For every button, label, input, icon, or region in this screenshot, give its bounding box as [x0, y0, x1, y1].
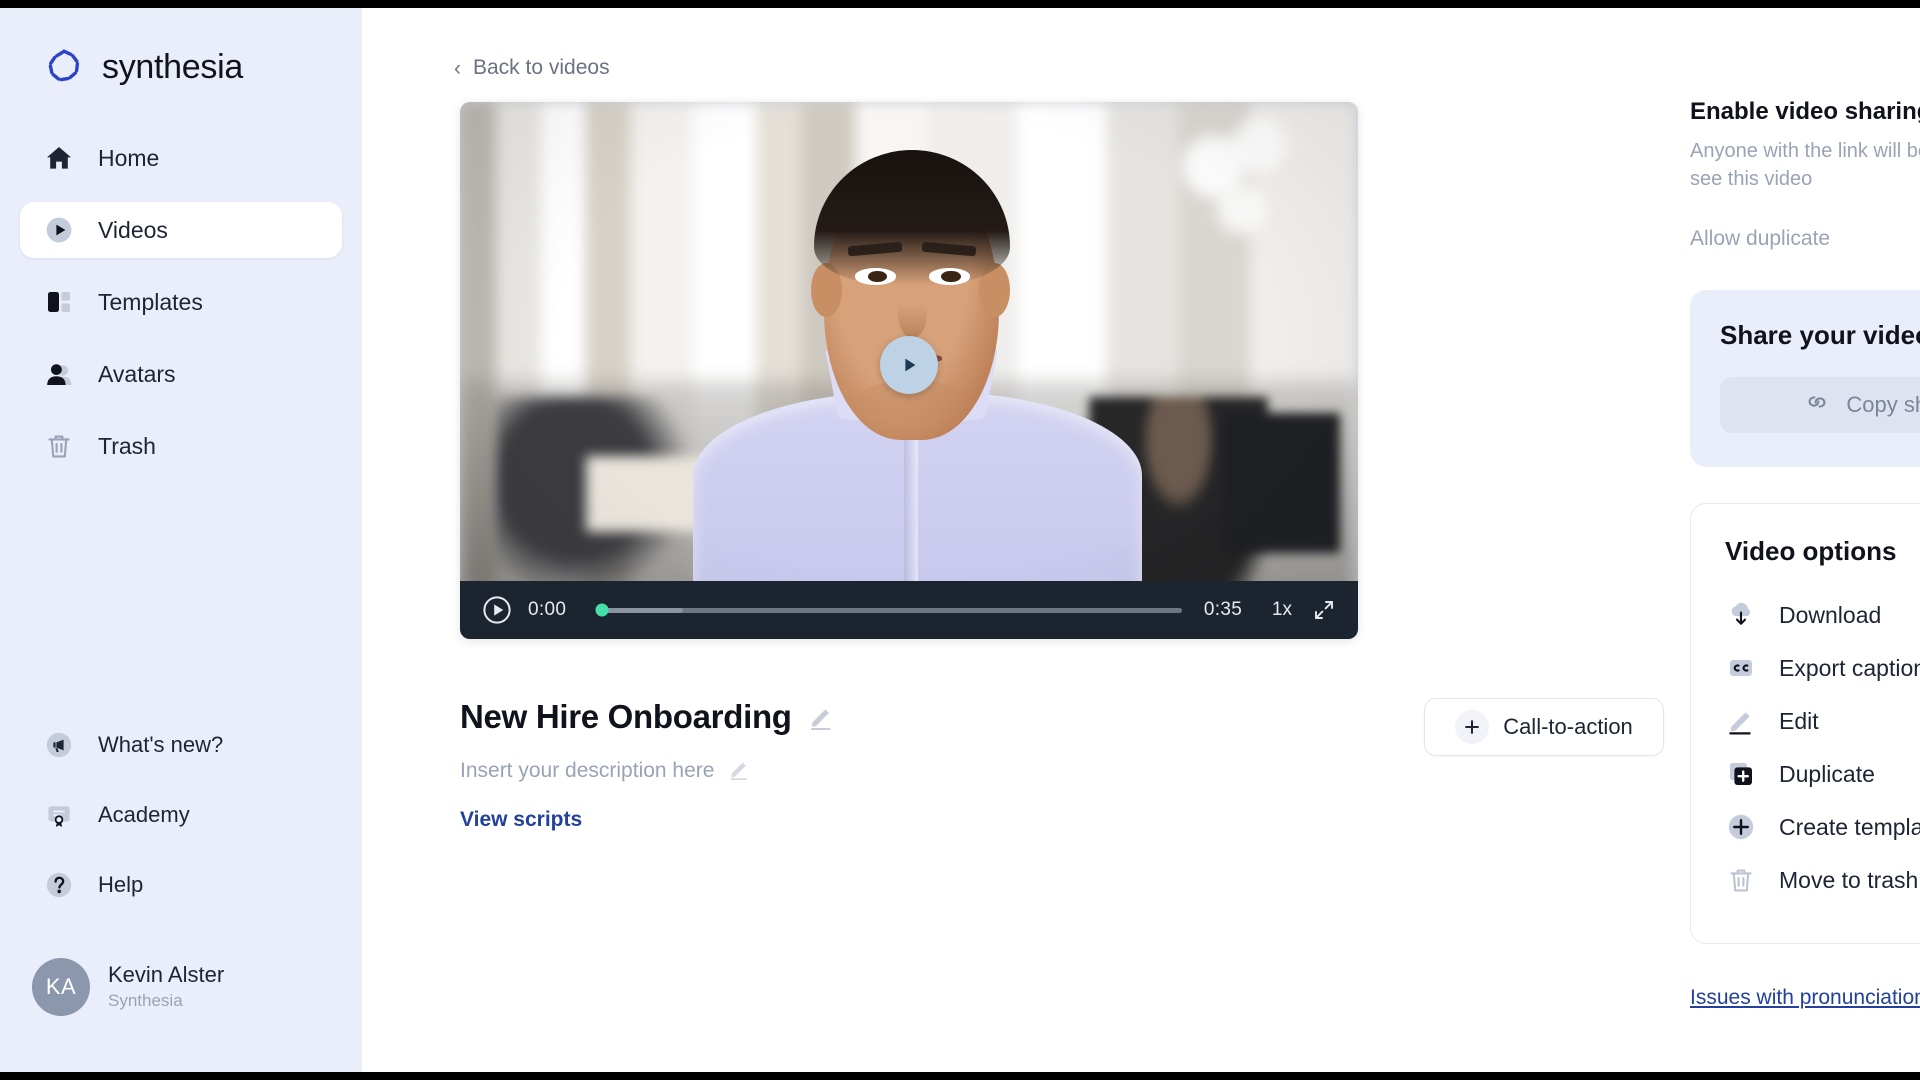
title-edit-pencil-icon[interactable]: [808, 704, 834, 730]
main-content: ‹ Back to videos 0:00 0:35 1x New Hire O…: [362, 8, 1920, 1072]
sidebar-item-templates[interactable]: Templates: [20, 274, 342, 330]
trash-icon: [1725, 864, 1757, 896]
sidebar: synthesia Home Videos Templates Avatars …: [0, 8, 362, 1072]
right-panel: Enable video sharing Anyone with the lin…: [1690, 8, 1920, 1072]
option-duplicate[interactable]: Duplicate: [1725, 748, 1920, 801]
video-options-title: Video options: [1725, 535, 1897, 566]
user-org: Synthesia: [108, 990, 183, 1010]
sidebar-item-avatars[interactable]: Avatars: [20, 346, 342, 402]
issues-pronunciation-link[interactable]: Issues with pronunciation or pauses?: [1690, 986, 1920, 1010]
option-edit-label: Edit: [1779, 707, 1819, 734]
duration: 0:35: [1203, 599, 1243, 620]
sidebar-item-whats-new[interactable]: What's new?: [20, 718, 342, 772]
option-edit[interactable]: Edit: [1725, 695, 1920, 748]
academy-icon: [42, 798, 76, 832]
option-export-captions-label: Export captions (.srt): [1779, 654, 1920, 681]
duplicate-icon: [1725, 758, 1757, 790]
primary-nav: Home Videos Templates Avatars Trash: [0, 130, 362, 490]
play-circle-icon[interactable]: [482, 595, 512, 625]
sidebar-item-templates-label: Templates: [98, 288, 203, 315]
option-export-captions[interactable]: Export captions (.srt): [1725, 642, 1920, 695]
back-to-videos-link[interactable]: ‹ Back to videos: [454, 56, 610, 80]
megaphone-icon: [42, 728, 76, 762]
enable-sharing-title: Enable video sharing: [1690, 98, 1920, 125]
player-controls: 0:00 0:35 1x: [460, 581, 1358, 639]
video-title-row: New Hire Onboarding: [460, 698, 834, 736]
enable-sharing-subtitle: Anyone with the link will be able to see…: [1690, 140, 1920, 191]
sidebar-item-help-label: Help: [98, 872, 144, 897]
sidebar-item-academy[interactable]: Academy: [20, 788, 342, 842]
call-to-action-label: Call-to-action: [1503, 714, 1633, 739]
video-options-card: Video options Download Export caption Ed…: [1690, 502, 1920, 944]
share-video-title: Share your video: [1720, 319, 1920, 350]
pencil-icon: [1725, 705, 1757, 737]
progress-buffered: [602, 607, 684, 613]
cloud-download-icon: [1725, 599, 1757, 631]
avatars-icon: [42, 357, 76, 391]
sidebar-item-videos-label: Videos: [98, 216, 168, 243]
brand-name: synthesia: [102, 47, 243, 86]
sidebar-item-home-label: Home: [98, 144, 160, 171]
play-overlay-button[interactable]: [880, 336, 938, 395]
brand-logo[interactable]: synthesia: [0, 8, 362, 86]
video-player[interactable]: 0:00 0:35 1x: [460, 102, 1358, 639]
option-move-to-trash[interactable]: Move to trash: [1725, 854, 1920, 907]
video-play-icon: [42, 213, 76, 247]
sidebar-item-whats-new-label: What's new?: [98, 732, 224, 757]
home-icon: [42, 141, 76, 175]
user-profile[interactable]: KA Kevin Alster Synthesia: [0, 940, 362, 1016]
enable-sharing-row: Enable video sharing Anyone with the lin…: [1690, 98, 1920, 194]
synthesia-logo-icon: [42, 45, 86, 89]
chevron-left-icon: ‹: [454, 56, 461, 80]
trash-icon: [42, 429, 76, 463]
sidebar-item-trash[interactable]: Trash: [20, 418, 342, 474]
current-time: 0:00: [528, 599, 567, 620]
sidebar-item-home[interactable]: Home: [20, 130, 342, 186]
fullscreen-icon[interactable]: [1312, 598, 1336, 622]
question-circle-icon: [42, 868, 76, 902]
copy-shareable-link-label: Copy shareable link: [1846, 391, 1920, 417]
call-to-action-button[interactable]: Call-to-action: [1424, 698, 1664, 756]
option-create-template-label: Create template: [1779, 813, 1920, 840]
page-title: New Hire Onboarding: [460, 698, 792, 735]
video-description-row[interactable]: Insert your description here: [460, 758, 754, 784]
option-download-label: Download: [1779, 601, 1882, 628]
sidebar-item-avatars-label: Avatars: [98, 360, 176, 387]
templates-icon: [42, 285, 76, 319]
playback-rate-button[interactable]: 1x: [1272, 599, 1292, 621]
app-window: synthesia Home Videos Templates Avatars …: [0, 8, 1920, 1072]
description-placeholder: Insert your description here: [460, 759, 715, 782]
sidebar-item-help[interactable]: Help: [20, 858, 342, 912]
option-download[interactable]: Download: [1725, 589, 1920, 642]
description-edit-pencil-icon[interactable]: [728, 758, 754, 784]
sidebar-item-trash-label: Trash: [98, 432, 156, 459]
sidebar-item-academy-label: Academy: [98, 802, 190, 827]
back-to-videos-label: Back to videos: [473, 56, 610, 79]
link-icon: [1804, 389, 1830, 420]
allow-duplicate-row: Allow duplicate No: [1690, 224, 1920, 254]
option-move-to-trash-label: Move to trash: [1779, 866, 1919, 893]
play-icon: [905, 358, 916, 372]
progress-bar[interactable]: [595, 603, 1182, 617]
option-create-template[interactable]: Create template: [1725, 801, 1920, 854]
progress-knob[interactable]: [595, 603, 609, 617]
share-video-card: Share your video Copy shareable link: [1690, 289, 1920, 467]
secondary-nav: What's new? Academy Help: [0, 718, 362, 928]
sidebar-item-videos[interactable]: Videos: [20, 202, 342, 258]
view-scripts-link[interactable]: View scripts: [460, 808, 582, 832]
plus-circle-icon: [1725, 811, 1757, 843]
copy-shareable-link-button[interactable]: Copy shareable link: [1720, 376, 1920, 433]
user-name: Kevin Alster: [108, 962, 225, 988]
closed-captions-icon: [1725, 652, 1757, 684]
allow-duplicate-label: Allow duplicate: [1690, 226, 1831, 250]
plus-icon: [1455, 710, 1490, 744]
avatar: KA: [32, 958, 90, 1016]
option-duplicate-label: Duplicate: [1779, 760, 1875, 787]
